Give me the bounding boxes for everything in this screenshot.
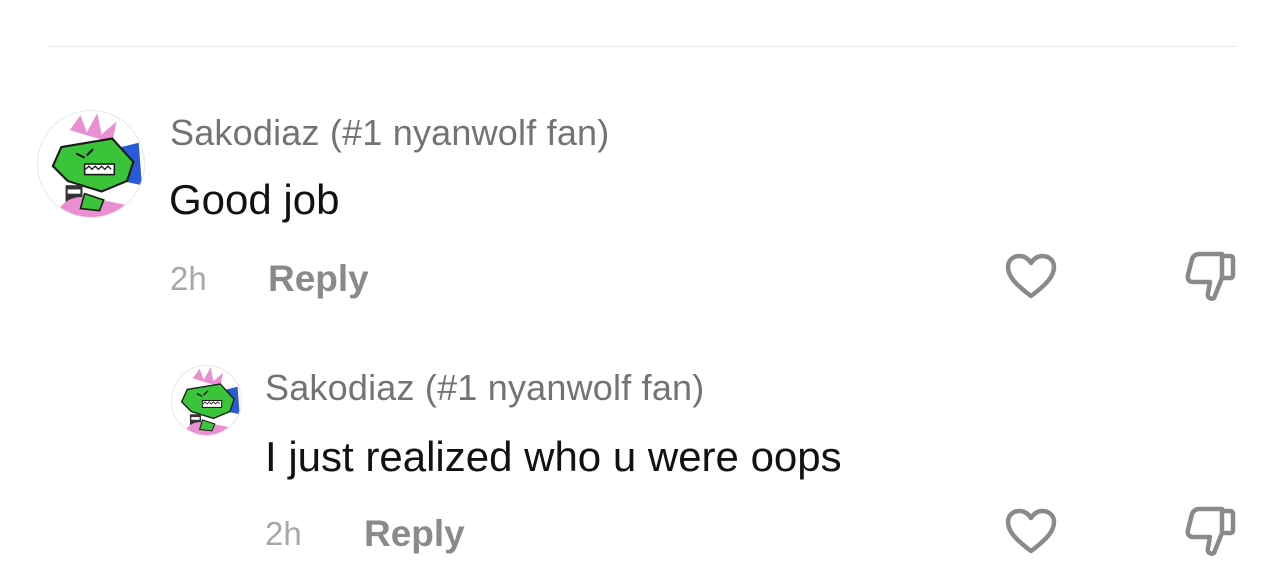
comment-timestamp: 2h [265, 515, 302, 552]
comment: Sakodiaz (#1 nyanwolf fan) Good job 2h R… [0, 100, 1277, 320]
heart-icon [1005, 508, 1057, 554]
dislike-button[interactable] [1182, 503, 1238, 559]
thumbs-down-icon [1185, 251, 1236, 301]
comment-text: I just realized who u were oops [265, 433, 842, 480]
thumbs-down-icon [1185, 506, 1236, 556]
dislike-button[interactable] [1182, 248, 1238, 304]
comment-username[interactable]: Sakodiaz (#1 nyanwolf fan) [170, 112, 609, 154]
comment-text: Good job [169, 176, 340, 223]
avatar-image [38, 111, 144, 217]
avatar[interactable] [171, 365, 242, 436]
reply-button[interactable]: Reply [268, 258, 369, 300]
comment-reply: Sakodiaz (#1 nyanwolf fan) I just realiz… [0, 355, 1277, 575]
avatar-image [172, 366, 241, 435]
heart-icon [1005, 253, 1057, 299]
avatar[interactable] [37, 110, 145, 218]
reply-button[interactable]: Reply [364, 513, 465, 555]
like-button[interactable] [1003, 505, 1059, 561]
top-divider [48, 46, 1236, 47]
like-button[interactable] [1003, 250, 1059, 306]
comment-timestamp: 2h [170, 260, 207, 297]
comment-username[interactable]: Sakodiaz (#1 nyanwolf fan) [265, 367, 704, 409]
